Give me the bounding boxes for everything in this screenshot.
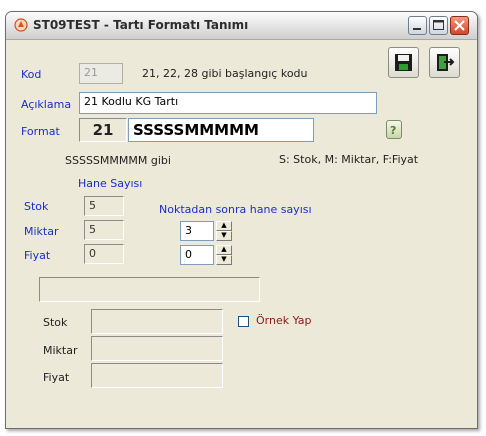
format-label: Format [21, 125, 60, 138]
fiyat-label: Fiyat [24, 249, 51, 262]
aciklama-field[interactable]: 21 Kodlu KG Tartı [79, 92, 377, 114]
spin-down-icon[interactable]: ▼ [216, 231, 232, 241]
sample-fiyat-label: Fiyat [43, 371, 70, 384]
save-disk-icon [395, 54, 412, 71]
miktar-decimals-field[interactable]: 3 [180, 221, 214, 241]
miktar-hane-field: 5 [84, 220, 124, 240]
title-bar[interactable]: ST09TEST - Tartı Formatı Tanımı [6, 12, 477, 40]
aciklama-label: Açıklama [21, 98, 72, 111]
format-field[interactable]: SSSSSMMMMM [128, 118, 314, 142]
stok-label: Stok [24, 200, 49, 213]
spin-up-icon[interactable]: ▲ [216, 221, 232, 231]
ornek-label[interactable]: Örnek Yap [256, 314, 312, 327]
fiyat-decimals-spinner[interactable]: ▲ ▼ [216, 245, 232, 265]
exit-door-icon [437, 54, 455, 71]
minimize-button[interactable] [408, 16, 427, 35]
save-button[interactable] [388, 47, 419, 78]
question-icon: ? [390, 124, 396, 137]
miktar-label: Miktar [24, 225, 59, 238]
sample-input [39, 277, 260, 302]
fiyat-decimals-field[interactable]: 0 [180, 245, 214, 265]
window-title: ST09TEST - Tartı Formatı Tanımı [33, 18, 249, 32]
main-window: ST09TEST - Tartı Formatı Tanımı Kod 21 2… [5, 11, 478, 429]
sample-stok-label: Stok [43, 316, 68, 329]
sample-fiyat-field [91, 363, 223, 388]
noktadan-label: Noktadan sonra hane sayısı [159, 203, 312, 216]
format-legend: S: Stok, M: Miktar, F:Fiyat [279, 153, 419, 166]
hane-sayisi-label: Hane Sayısı [78, 177, 143, 190]
sample-miktar-field [91, 336, 223, 361]
maximize-icon [433, 20, 444, 30]
format-prefix: 21 [79, 118, 127, 142]
ornek-checkbox[interactable] [238, 316, 249, 327]
kod-field[interactable]: 21 [79, 63, 123, 84]
help-button[interactable]: ? [386, 120, 402, 139]
exit-button[interactable] [429, 47, 460, 78]
sample-stok-field [91, 309, 223, 334]
svg-text:?: ? [390, 124, 396, 137]
miktar-decimals-spinner[interactable]: ▲ ▼ [216, 221, 232, 241]
app-logo-icon [14, 18, 28, 32]
spin-down-icon[interactable]: ▼ [216, 255, 232, 265]
maximize-button[interactable] [429, 16, 448, 35]
spin-up-icon[interactable]: ▲ [216, 245, 232, 255]
sample-miktar-label: Miktar [43, 344, 78, 357]
close-button[interactable] [450, 16, 469, 35]
kod-hint: 21, 22, 28 gibi başlangıç kodu [142, 67, 308, 80]
format-example: SSSSSMMMMM gibi [65, 154, 171, 167]
close-icon [454, 20, 465, 31]
stok-hane-field: 5 [84, 196, 124, 216]
kod-label: Kod [21, 68, 42, 81]
minimize-icon [413, 28, 421, 30]
fiyat-hane-field: 0 [84, 244, 124, 264]
